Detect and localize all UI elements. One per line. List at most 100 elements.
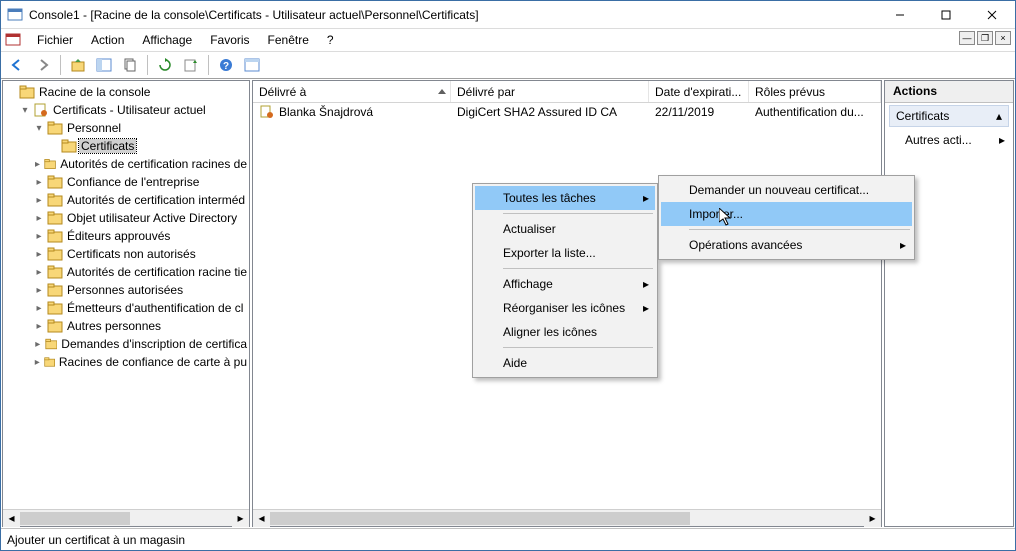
copy-button[interactable] (118, 53, 142, 77)
tree-item[interactable]: ▸Certificats non autorisés (5, 245, 249, 263)
actions-other[interactable]: Autres acti... ▸ (885, 129, 1013, 151)
ctx-view[interactable]: Affichage▸ (475, 272, 655, 296)
ctx-align[interactable]: Aligner les icônes (475, 320, 655, 344)
tree-item-label: Demandes d'inscription de certifica (59, 337, 249, 351)
console-icon (5, 32, 21, 48)
tree-item-label: Racines de confiance de carte à pu (57, 355, 249, 369)
ctx-all-tasks[interactable]: Toutes les tâches▸ (475, 186, 655, 210)
mmc-window: Console1 - [Racine de la console\Certifi… (0, 0, 1016, 551)
tree-item[interactable]: ▸Éditeurs approuvés (5, 227, 249, 245)
folder-icon (47, 264, 63, 280)
caret-right-icon[interactable]: ▸ (33, 249, 45, 260)
scroll-left-icon[interactable]: ◂ (3, 510, 20, 527)
console-root-icon (19, 84, 35, 100)
up-button[interactable] (66, 53, 90, 77)
caret-right-icon[interactable]: ▸ (33, 177, 45, 188)
menu-action[interactable]: Action (83, 31, 132, 49)
caret-right-icon[interactable]: ▸ (33, 339, 43, 350)
col-issued-to[interactable]: Délivré à (253, 81, 451, 102)
col-exp[interactable]: Date d'expirati... (649, 81, 749, 102)
caret-right-icon[interactable]: ▸ (33, 231, 45, 242)
ctx-help[interactable]: Aide (475, 351, 655, 375)
tree-item[interactable]: ▸ Racines de confiance de carte à pu (5, 353, 249, 371)
tree-certificats[interactable]: Certificats (5, 137, 249, 155)
caret-right-icon[interactable]: ▸ (33, 195, 45, 206)
titlebar: Console1 - [Racine de la console\Certifi… (1, 1, 1015, 29)
view-button[interactable] (240, 53, 264, 77)
tree-item[interactable]: ▸ Émetteurs d'authentification de cl (5, 299, 249, 317)
actions-category[interactable]: Certificats ▴ (889, 105, 1009, 127)
mdi-minimize[interactable]: — (959, 31, 975, 45)
maximize-button[interactable] (923, 1, 969, 29)
submenu-arrow-icon: ▸ (643, 277, 649, 291)
folder-icon (47, 174, 63, 190)
submenu-arrow-icon: ▸ (900, 238, 906, 252)
ctx-import[interactable]: Importer... (661, 202, 912, 226)
close-button[interactable] (969, 1, 1015, 29)
help-button[interactable]: ? (214, 53, 238, 77)
menu-fichier[interactable]: Fichier (29, 31, 81, 49)
tree-item[interactable]: ▸ Demandes d'inscription de certifica (5, 335, 249, 353)
mdi-restore[interactable]: ❐ (977, 31, 993, 45)
ctx-refresh[interactable]: Actualiser (475, 217, 655, 241)
ctx-advanced[interactable]: Opérations avancées▸ (661, 233, 912, 257)
menubar: Fichier Action Affichage Favoris Fenêtre… (1, 29, 953, 51)
caret-right-icon[interactable]: ▸ (33, 303, 45, 314)
statusbar: Ajouter un certificat à un magasin (1, 528, 1015, 550)
minimize-button[interactable] (877, 1, 923, 29)
folder-icon (44, 354, 55, 370)
scroll-right-icon[interactable]: ▸ (864, 510, 881, 527)
window-title: Console1 - [Racine de la console\Certifi… (29, 8, 877, 22)
tree-item[interactable]: ▸Personnes autorisées (5, 281, 249, 299)
mdi-close[interactable]: × (995, 31, 1011, 45)
caret-right-icon[interactable]: ▸ (33, 213, 45, 224)
col-issued-by[interactable]: Délivré par (451, 81, 649, 102)
folder-icon (61, 138, 77, 154)
refresh-button[interactable] (153, 53, 177, 77)
tree-hscrollbar[interactable]: ◂ ▸ (3, 509, 249, 526)
menu-affichage[interactable]: Affichage (134, 31, 200, 49)
tree-item[interactable]: ▸Autorités de certification racines de (5, 155, 249, 173)
back-button[interactable] (5, 53, 29, 77)
list-header: Délivré à Délivré par Date d'expirati...… (253, 81, 881, 103)
ctx-export[interactable]: Exporter la liste... (475, 241, 655, 265)
caret-right-icon[interactable]: ▸ (33, 159, 42, 170)
tree-item[interactable]: ▸Autorités de certification racine tie (5, 263, 249, 281)
export-button[interactable] (179, 53, 203, 77)
caret-down-icon[interactable]: ▾ (19, 105, 31, 116)
caret-right-icon[interactable]: ▸ (33, 357, 42, 368)
tree-item[interactable]: ▸Autorités de certification interméd (5, 191, 249, 209)
scroll-right-icon[interactable]: ▸ (232, 510, 249, 527)
ctx-request-cert[interactable]: Demander un nouveau certificat... (661, 178, 912, 202)
folder-icon (47, 192, 63, 208)
caret-right-icon[interactable]: ▸ (33, 285, 45, 296)
tree-item-label: Confiance de l'entreprise (65, 175, 201, 189)
tree-root[interactable]: Racine de la console (5, 83, 249, 101)
menu-fenetre[interactable]: Fenêtre (260, 31, 317, 49)
svg-text:?: ? (223, 61, 229, 72)
menu-aide[interactable]: ? (319, 31, 342, 49)
certificate-icon (33, 102, 49, 118)
show-hide-tree-button[interactable] (92, 53, 116, 77)
tree-item[interactable]: ▸ Confiance de l'entreprise (5, 173, 249, 191)
col-roles[interactable]: Rôles prévus (749, 81, 881, 102)
scroll-left-icon[interactable]: ◂ (253, 510, 270, 527)
tree-personnel[interactable]: ▾ Personnel (5, 119, 249, 137)
caret-down-icon[interactable]: ▾ (33, 123, 45, 134)
list-hscrollbar[interactable]: ◂ ▸ (253, 509, 881, 526)
tree-certs-user[interactable]: ▾ Certificats - Utilisateur actuel (5, 101, 249, 119)
ctx-arrange[interactable]: Réorganiser les icônes▸ (475, 296, 655, 320)
list-row[interactable]: Blanka Šnajdrová DigiCert SHA2 Assured I… (253, 103, 881, 121)
list-pane: Délivré à Délivré par Date d'expirati...… (252, 80, 882, 527)
toolbar: ? (1, 51, 1015, 79)
folder-icon (47, 120, 63, 136)
cert-item-icon (259, 104, 275, 120)
tree-item[interactable]: ▸Objet utilisateur Active Directory (5, 209, 249, 227)
tree[interactable]: Racine de la console ▾ Certificats - Uti… (3, 81, 249, 373)
caret-right-icon[interactable]: ▸ (33, 321, 45, 332)
menu-favoris[interactable]: Favoris (202, 31, 257, 49)
tree-item-label: Émetteurs d'authentification de cl (65, 301, 245, 315)
caret-right-icon[interactable]: ▸ (33, 267, 45, 278)
tree-item[interactable]: ▸Autres personnes (5, 317, 249, 335)
forward-button[interactable] (31, 53, 55, 77)
